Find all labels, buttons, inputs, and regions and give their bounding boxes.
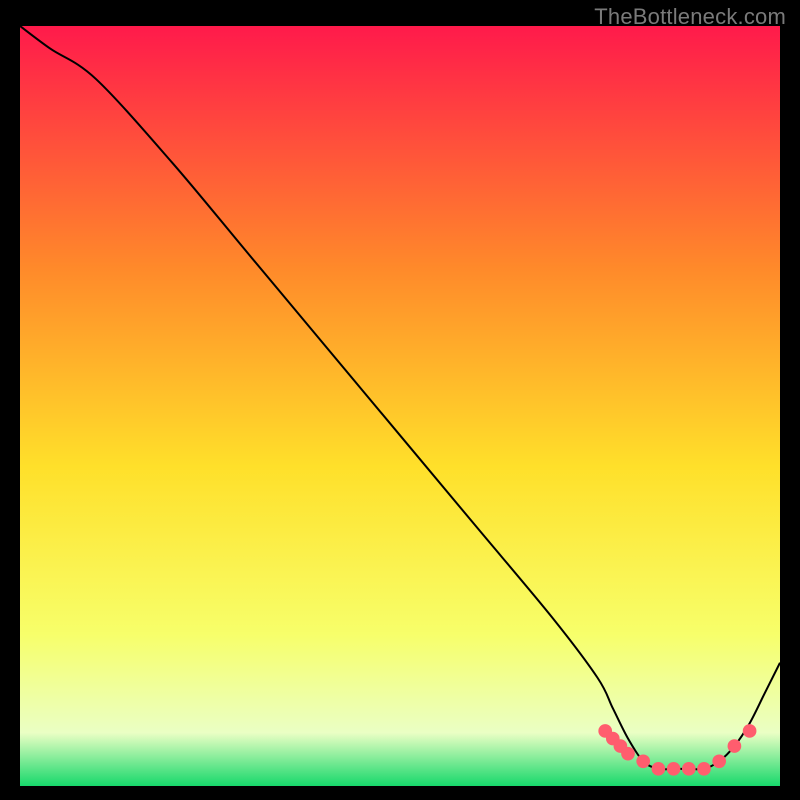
chart-frame: TheBottleneck.com [0, 0, 800, 800]
highlight-dot [621, 747, 635, 761]
highlight-dot [728, 739, 742, 753]
watermark-text: TheBottleneck.com [594, 4, 786, 30]
highlight-dot [697, 762, 711, 776]
curve-layer [20, 26, 780, 784]
highlight-dot [743, 724, 757, 738]
highlight-dot [667, 762, 681, 776]
highlight-dots [598, 724, 756, 776]
highlight-dot [682, 762, 696, 776]
highlight-dot [652, 762, 666, 776]
curve-line [20, 26, 780, 769]
highlight-dot [636, 754, 650, 768]
highlight-dot [712, 754, 726, 768]
plot-area [20, 26, 780, 784]
